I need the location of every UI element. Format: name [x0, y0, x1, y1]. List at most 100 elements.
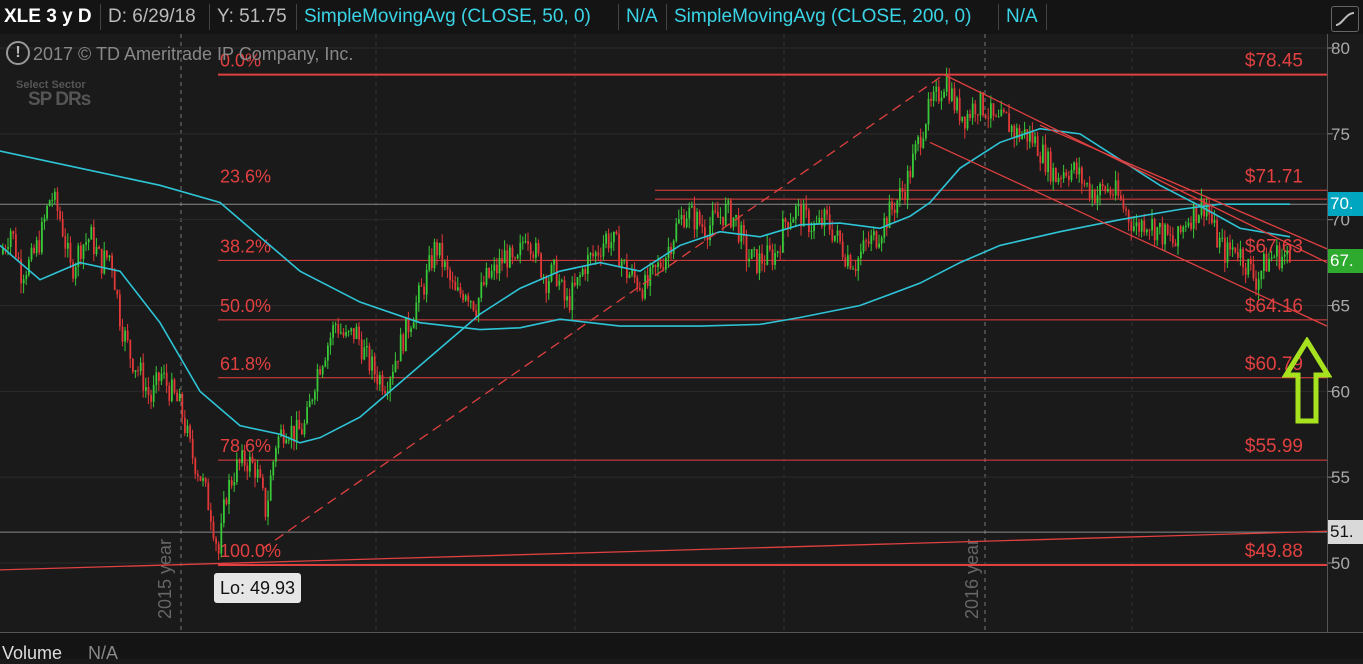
candle-body	[360, 339, 363, 360]
chart-canvas[interactable]: 2015 year 2016 year0.0% $78.4523.6% $71.713…	[0, 34, 1327, 632]
candle-body	[464, 295, 467, 301]
candle-body	[951, 88, 953, 101]
candle-body	[1237, 252, 1239, 258]
candle-body	[623, 260, 626, 262]
candle-body	[1096, 195, 1099, 203]
candle-body	[659, 262, 662, 268]
candle-body	[298, 419, 301, 430]
candle-body	[641, 289, 644, 299]
symbol-label[interactable]: XLE 3 y D	[0, 4, 96, 30]
candle-body	[522, 241, 524, 243]
price-chart[interactable]: 2015 year 2016 year 0.0% $78.45 23.6% $71.71 3…	[0, 34, 1327, 632]
candle-body	[124, 330, 126, 342]
candle-body	[873, 231, 875, 236]
candle-body	[1174, 243, 1177, 247]
candle-body	[990, 103, 992, 119]
candle-body	[529, 243, 532, 255]
candle-body	[563, 280, 566, 301]
candle-body	[761, 253, 763, 264]
candle-body	[831, 229, 834, 241]
candle-body	[2, 249, 4, 254]
candle-body	[56, 191, 59, 212]
candle-body	[1239, 248, 1242, 258]
candle-body	[592, 253, 594, 257]
candle-body	[490, 271, 493, 278]
candle-body	[191, 438, 194, 459]
candle-body	[579, 275, 581, 278]
candle-body	[467, 295, 470, 302]
candle-body	[1255, 278, 1257, 290]
candle-body	[1135, 222, 1138, 227]
candle-body	[602, 243, 605, 257]
candle-body	[272, 461, 275, 476]
candle-body	[654, 264, 657, 268]
candle-body	[769, 245, 771, 250]
copyright-watermark: 2017 © TD Ameritrade IP Company, Inc.	[8, 44, 353, 65]
fib-percent-label: 23.6%	[220, 166, 271, 186]
candle-body	[628, 274, 631, 278]
candle-body	[691, 205, 693, 208]
candle-body	[290, 425, 293, 440]
candle-body	[48, 200, 51, 207]
candle-body	[834, 235, 836, 241]
candle-body	[1156, 227, 1159, 241]
candle-body	[1133, 226, 1135, 231]
candle-body	[267, 500, 269, 517]
candle-body	[1109, 189, 1112, 195]
candle-body	[966, 113, 969, 129]
candle-body	[1177, 226, 1179, 247]
candle-body	[1257, 279, 1260, 290]
candle-body	[428, 255, 431, 270]
candle-body	[581, 268, 584, 276]
candle-body	[748, 258, 750, 262]
header-separator	[100, 4, 101, 30]
candle-body	[766, 245, 769, 265]
candle-body	[405, 317, 407, 352]
candle-body	[446, 261, 449, 270]
sma200-study-label[interactable]: SimpleMovingAvg (CLOSE, 200, 0)	[670, 4, 975, 30]
header-separator	[296, 4, 297, 30]
candle-body	[441, 242, 444, 267]
candle-body	[90, 226, 93, 240]
volume-value: N/A	[88, 643, 119, 663]
candle-body	[553, 259, 555, 265]
candle-body	[129, 340, 132, 359]
volume-label[interactable]: Volume	[2, 643, 62, 664]
candle-body	[1179, 226, 1182, 233]
candle-body	[605, 233, 607, 244]
candle-body	[740, 225, 743, 242]
candle-body	[839, 230, 841, 242]
candle-body	[1026, 129, 1029, 142]
candle-body	[376, 374, 379, 385]
candle-body	[1125, 208, 1127, 211]
candle-body	[46, 206, 48, 219]
candle-body	[324, 360, 327, 367]
candle-body	[927, 98, 930, 125]
candle-body	[228, 479, 230, 505]
candle-body	[355, 326, 358, 339]
candle-body	[113, 269, 116, 291]
candle-body	[810, 230, 813, 233]
chart-header: XLE 3 y D D: 6/29/18 Y: 51.75 SimpleMovi…	[0, 0, 1363, 34]
candle-body	[379, 375, 381, 385]
candle-body	[683, 215, 685, 228]
chart-style-icon[interactable]	[1331, 6, 1359, 32]
candle-body	[1104, 186, 1107, 192]
candle-body	[498, 258, 501, 274]
sma50-study-label[interactable]: SimpleMovingAvg (CLOSE, 50, 0)	[300, 4, 595, 30]
sma200-value: N/A	[1006, 6, 1038, 27]
candle-body	[1247, 259, 1250, 275]
candle-body	[415, 302, 418, 323]
candle-body	[80, 245, 82, 259]
x-axis-label: 2016 year	[962, 539, 982, 619]
candle-body	[589, 253, 592, 256]
candle-body	[1226, 242, 1229, 263]
candle-body	[1091, 190, 1094, 199]
candle-body	[147, 387, 150, 395]
candle-body	[969, 113, 971, 118]
candle-body	[613, 231, 615, 243]
candle-body	[392, 371, 394, 379]
candle-body	[1099, 183, 1101, 196]
candle-body	[1010, 125, 1013, 133]
candle-body	[462, 293, 464, 301]
